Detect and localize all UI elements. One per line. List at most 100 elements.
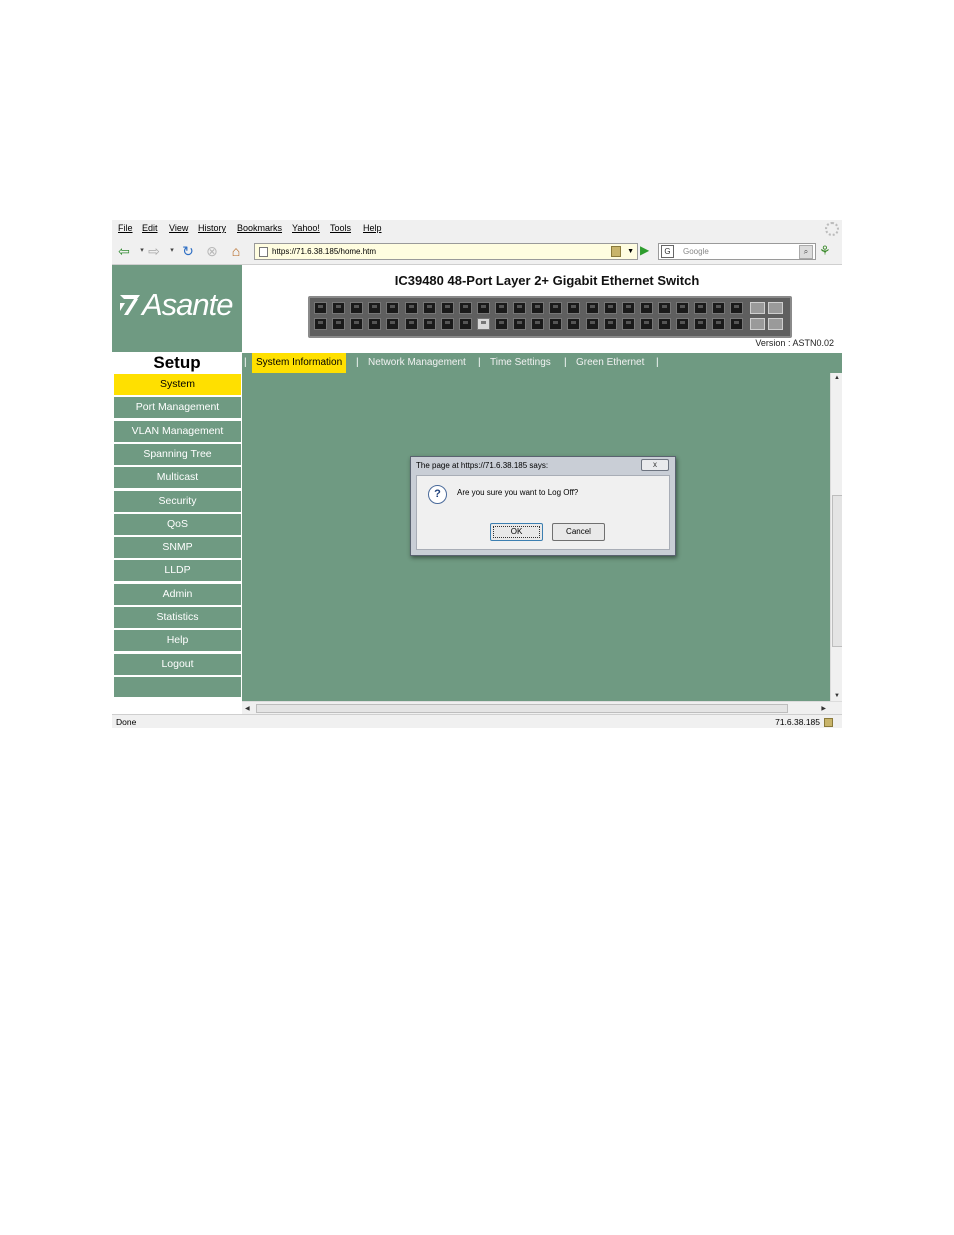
search-input[interactable]: G Google ⌕ [658, 243, 816, 260]
port-30[interactable] [404, 318, 418, 330]
port-24[interactable] [730, 302, 744, 314]
port-21[interactable] [676, 302, 689, 314]
port-28[interactable] [368, 318, 382, 330]
sidebar-item-help[interactable]: Help [114, 630, 241, 652]
port-46[interactable] [694, 318, 708, 330]
port-17[interactable] [603, 302, 617, 314]
port-39[interactable] [567, 318, 581, 330]
menu-edit[interactable]: Edit [142, 223, 158, 233]
ok-button[interactable]: OK [490, 523, 543, 541]
horizontal-scrollbar[interactable]: ◀ ▶ [242, 701, 842, 714]
sidebar-item-admin[interactable]: Admin [114, 583, 241, 605]
sidebar-item-system[interactable]: System [114, 374, 241, 395]
addon-icon[interactable]: ⚘ [819, 243, 835, 259]
back-arrow-icon[interactable]: ⇦ [116, 243, 132, 259]
sidebar-item-snmp[interactable]: SNMP [114, 537, 241, 559]
port-26[interactable] [332, 318, 346, 330]
port-38[interactable] [549, 318, 563, 330]
address-bar[interactable]: https://71.6.38.185/home.htm ▼ [254, 243, 638, 260]
menu-bookmarks[interactable]: Bookmarks [237, 223, 282, 233]
tab-green-ethernet[interactable]: Green Ethernet [572, 353, 648, 373]
cancel-button[interactable]: Cancel [552, 523, 605, 541]
port-5[interactable] [386, 302, 400, 314]
port-45[interactable] [676, 318, 689, 330]
port-6[interactable] [404, 302, 418, 314]
port-9[interactable] [458, 302, 472, 314]
search-engine-icon[interactable]: G [661, 245, 674, 258]
port-31[interactable] [422, 318, 436, 330]
port-35[interactable] [495, 318, 508, 330]
menu-yahoo[interactable]: Yahoo! [292, 223, 320, 233]
port-15[interactable] [567, 302, 581, 314]
port-43[interactable] [639, 318, 653, 330]
tab-network-management[interactable]: Network Management [364, 353, 470, 373]
go-arrow-icon[interactable]: ▶ [640, 243, 654, 258]
port-8[interactable] [440, 302, 454, 314]
port-12[interactable] [513, 302, 527, 314]
scroll-right-icon[interactable]: ▶ [821, 705, 826, 712]
dialog-titlebar[interactable]: The page at https://71.6.38.185 says: x [411, 457, 675, 474]
port-3[interactable] [350, 302, 364, 314]
port-32[interactable] [440, 318, 454, 330]
port-33[interactable] [458, 318, 472, 330]
port-29[interactable] [386, 318, 400, 330]
vertical-scrollbar[interactable]: ▲ ▼ [830, 373, 842, 701]
sfp-slot-1[interactable] [750, 302, 765, 314]
sidebar-item-port-management[interactable]: Port Management [114, 397, 241, 419]
scroll-down-icon[interactable]: ▼ [834, 693, 840, 699]
port-19[interactable] [639, 302, 653, 314]
forward-dropdown-icon[interactable]: ▾ [164, 243, 180, 259]
port-27[interactable] [350, 318, 364, 330]
port-41[interactable] [603, 318, 617, 330]
sidebar-item-lldp[interactable]: LLDP [114, 560, 241, 582]
scroll-left-icon[interactable]: ◀ [245, 705, 250, 712]
port-13[interactable] [531, 302, 545, 314]
sidebar-item-spanning-tree[interactable]: Spanning Tree [114, 443, 241, 465]
stop-icon[interactable]: ⊗ [204, 243, 220, 259]
port-2[interactable] [332, 302, 346, 314]
tab-system-information[interactable]: System Information [252, 353, 347, 373]
port-18[interactable] [621, 302, 635, 314]
url-dropdown-icon[interactable]: ▼ [627, 244, 634, 259]
port-40[interactable] [585, 318, 599, 330]
tab-time-settings[interactable]: Time Settings [486, 353, 555, 373]
port-48[interactable] [730, 318, 744, 330]
port-10[interactable] [476, 302, 490, 314]
sfp-slot-3[interactable] [750, 318, 765, 330]
menu-tools[interactable]: Tools [330, 223, 351, 233]
port-42[interactable] [621, 318, 635, 330]
horizontal-scroll-thumb[interactable] [256, 704, 788, 713]
port-44[interactable] [657, 318, 671, 330]
port-14[interactable] [549, 302, 563, 314]
menu-help[interactable]: Help [363, 223, 382, 233]
port-1[interactable] [314, 302, 327, 314]
sfp-slot-4[interactable] [768, 318, 783, 330]
port-36[interactable] [513, 318, 527, 330]
forward-arrow-icon[interactable]: ⇨ [146, 243, 162, 259]
port-25[interactable] [314, 318, 327, 330]
port-34[interactable] [476, 318, 490, 330]
port-20[interactable] [657, 302, 671, 314]
port-47[interactable] [712, 318, 726, 330]
sidebar-item-vlan-management[interactable]: VLAN Management [114, 420, 241, 442]
menu-view[interactable]: View [169, 223, 188, 233]
lock-icon[interactable] [611, 246, 621, 257]
sfp-slot-2[interactable] [768, 302, 783, 314]
port-22[interactable] [694, 302, 708, 314]
reload-icon[interactable]: ↻ [180, 243, 196, 259]
home-icon[interactable]: ⌂ [228, 243, 244, 259]
port-16[interactable] [585, 302, 599, 314]
menu-history[interactable]: History [198, 223, 226, 233]
sidebar-item-statistics[interactable]: Statistics [114, 607, 241, 628]
port-11[interactable] [495, 302, 508, 314]
menu-file[interactable]: File [118, 223, 133, 233]
sidebar-item-logout[interactable]: Logout [114, 653, 241, 675]
magnifier-icon[interactable]: ⌕ [799, 245, 813, 259]
port-23[interactable] [712, 302, 726, 314]
status-lock-icon[interactable] [824, 718, 833, 727]
port-4[interactable] [368, 302, 382, 314]
sidebar-item-qos[interactable]: QoS [114, 513, 241, 535]
close-icon[interactable]: x [641, 459, 669, 471]
port-7[interactable] [422, 302, 436, 314]
port-37[interactable] [531, 318, 545, 330]
